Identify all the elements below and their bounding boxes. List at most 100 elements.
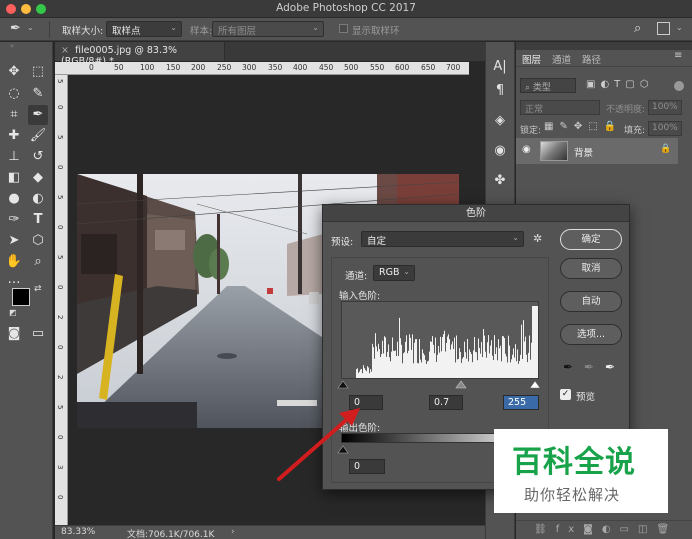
preview-checkbox[interactable]: ✓ bbox=[560, 389, 571, 400]
crop-tool-icon[interactable]: ⌗ bbox=[4, 105, 24, 125]
pen-tool-icon[interactable]: ✑ bbox=[4, 210, 24, 230]
hand-tool-icon[interactable]: ✋ bbox=[4, 252, 24, 272]
sample-size-select[interactable]: 取样点 ⌄ bbox=[106, 21, 182, 37]
foreground-color-swatch[interactable] bbox=[12, 288, 30, 306]
show-ring-checkbox[interactable] bbox=[339, 24, 348, 33]
path-select-tool-icon[interactable]: ➤ bbox=[4, 231, 24, 251]
history-brush-tool-icon[interactable]: ↺ bbox=[28, 147, 48, 167]
ruler-tick: 2 bbox=[56, 315, 64, 320]
ruler-tick: 0 bbox=[56, 165, 64, 170]
input-levels-label: 输入色阶: bbox=[339, 291, 381, 302]
input-black-field[interactable]: 0 bbox=[349, 395, 383, 410]
tool-preset-chevron-icon[interactable]: ⌄ bbox=[27, 23, 34, 32]
eraser-tool-icon[interactable]: ◧ bbox=[4, 168, 24, 188]
blur-tool-icon[interactable]: ● bbox=[4, 189, 24, 209]
auto-button[interactable]: 自动 bbox=[560, 291, 622, 312]
type-tool-icon[interactable]: T bbox=[28, 210, 48, 230]
workspace-chevron-icon[interactable]: ⌄ bbox=[676, 23, 683, 32]
status-menu-icon[interactable]: › bbox=[231, 527, 235, 537]
layer-thumbnail bbox=[540, 141, 568, 161]
filter-icons[interactable]: ▣◐T▢⬡ bbox=[586, 79, 653, 90]
ruler-tick: 0 bbox=[89, 63, 94, 72]
histogram-graphic bbox=[356, 306, 538, 378]
ok-button[interactable]: 确定 bbox=[560, 229, 622, 250]
channel-select[interactable]: RGB ⌄ bbox=[373, 265, 415, 281]
lock-icons[interactable]: ▦✎✥⬚🔒 bbox=[544, 121, 622, 132]
eye-icon[interactable]: ◉ bbox=[522, 144, 531, 155]
layer-row-background[interactable]: ◉ 背景 🔒 bbox=[516, 138, 678, 164]
tab-channels[interactable]: 通道 bbox=[552, 52, 571, 66]
paint-bucket-tool-icon[interactable]: ◆ bbox=[28, 168, 48, 188]
input-gamma-field[interactable]: 0.7 bbox=[429, 395, 463, 410]
opacity-input[interactable]: 100% bbox=[648, 100, 682, 115]
gear-icon[interactable]: ✲ bbox=[533, 232, 542, 245]
document-tab[interactable]: ×file0005.jpg @ 83.3%(RGB/8#) * bbox=[55, 42, 225, 67]
sample-size-label: 取样大小: bbox=[62, 26, 104, 37]
fill-input[interactable]: 100% bbox=[648, 121, 682, 136]
watermark-logo: 百科全说 助你轻松解决 bbox=[494, 429, 668, 513]
lasso-tool-icon[interactable]: ◌ bbox=[4, 84, 24, 104]
ruler-tick: 450 bbox=[319, 63, 334, 72]
cancel-button[interactable]: 取消 bbox=[560, 258, 622, 279]
quick-mask-icon[interactable]: ◙ bbox=[4, 324, 24, 344]
filter-toggle-icon[interactable] bbox=[674, 81, 684, 91]
close-icon[interactable]: × bbox=[61, 45, 69, 56]
layer-action-icons[interactable]: ⛓fx◙◐▭◫🗑 bbox=[534, 524, 678, 535]
clone-stamp-tool-icon[interactable]: ⊥ bbox=[4, 147, 24, 167]
search-icon[interactable]: ⌕ bbox=[634, 21, 641, 36]
tab-paths[interactable]: 路径 bbox=[582, 52, 601, 66]
title-bar: Adobe Photoshop CC 2017 bbox=[0, 0, 692, 18]
output-black-slider[interactable] bbox=[337, 445, 349, 454]
more-tools-icon[interactable]: … bbox=[4, 270, 24, 290]
layer-filter-select[interactable]: ⌕ 类型 bbox=[520, 78, 576, 93]
toolbar-collapse-icon[interactable]: » bbox=[10, 43, 42, 50]
zoom-tool-icon[interactable]: ⌕ bbox=[28, 252, 48, 272]
options-bar: ✒ ⌄ 取样大小: 取样点 ⌄ 样本: 所有图层 ⌄ 显示取样环 ⌕ ⌄ bbox=[0, 18, 692, 41]
sample-select[interactable]: 所有图层 ⌄ bbox=[212, 21, 324, 37]
watermark-subtitle: 助你轻松解决 bbox=[524, 486, 621, 504]
move-tool-icon[interactable]: ✥ bbox=[4, 62, 24, 82]
adjustments-panel-icon[interactable]: ◉ bbox=[486, 138, 514, 164]
sample-value: 所有图层 bbox=[218, 26, 257, 37]
swap-colors-icon[interactable]: ⇄ bbox=[34, 284, 42, 294]
default-colors-icon[interactable]: ◩ bbox=[9, 308, 17, 317]
ruler-tick: 100 bbox=[140, 63, 155, 72]
ruler-tick: 3 bbox=[56, 465, 64, 470]
paragraph-panel-icon[interactable]: ¶ bbox=[486, 78, 514, 104]
preset-select[interactable]: 自定 ⌄ bbox=[361, 231, 524, 247]
eyedropper-tool-icon[interactable]: ✒ bbox=[28, 105, 48, 125]
quick-select-tool-icon[interactable]: ✎ bbox=[28, 84, 48, 104]
input-gamma-slider[interactable] bbox=[455, 380, 467, 389]
gray-point-eyedropper-icon[interactable]: ✒ bbox=[584, 360, 594, 374]
options-button[interactable]: 选项... bbox=[560, 324, 622, 345]
input-black-slider[interactable] bbox=[337, 380, 349, 389]
layers-stack-icon[interactable]: ◈ bbox=[486, 108, 514, 134]
black-point-eyedropper-icon[interactable]: ✒ bbox=[563, 360, 573, 374]
blend-mode-select[interactable]: 正常 bbox=[520, 100, 600, 115]
tab-layers[interactable]: 图层 bbox=[522, 52, 541, 66]
ruler-tick: 700 bbox=[446, 63, 461, 72]
libraries-panel-icon[interactable]: ✤ bbox=[486, 168, 514, 194]
ruler-tick: 200 bbox=[191, 63, 206, 72]
screen-mode-icon[interactable]: ▭ bbox=[28, 324, 48, 344]
character-panel-icon[interactable]: A| bbox=[486, 54, 514, 80]
input-white-field[interactable]: 255 bbox=[503, 395, 539, 410]
layer-name: 背景 bbox=[574, 148, 594, 159]
brush-tool-icon[interactable]: 🖌 bbox=[28, 126, 48, 146]
zoom-level[interactable]: 83.33% bbox=[61, 527, 95, 537]
dodge-tool-icon[interactable]: ◐ bbox=[28, 189, 48, 209]
divider bbox=[516, 66, 692, 67]
white-point-eyedropper-icon[interactable]: ✒ bbox=[605, 360, 615, 374]
panel-header bbox=[516, 42, 692, 50]
ruler-tick: 150 bbox=[166, 63, 181, 72]
input-white-slider[interactable] bbox=[529, 380, 541, 389]
tools-panel: » ✥ ⬚ ◌ ✎ ⌗ ✒ ✚ 🖌 ⊥ ↺ ◧ ◆ ● ◐ ✑ T ➤ ⬡ ✋ … bbox=[0, 42, 53, 539]
eyedropper-icon[interactable]: ✒ bbox=[10, 21, 21, 36]
healing-brush-tool-icon[interactable]: ✚ bbox=[4, 126, 24, 146]
output-black-field[interactable]: 0 bbox=[349, 459, 385, 474]
ruler-tick: 0 bbox=[56, 105, 64, 110]
panel-menu-icon[interactable]: ≡ bbox=[674, 50, 682, 61]
workspace-icon[interactable] bbox=[657, 22, 670, 35]
marquee-tool-icon[interactable]: ⬚ bbox=[28, 62, 48, 82]
shape-tool-icon[interactable]: ⬡ bbox=[28, 231, 48, 251]
